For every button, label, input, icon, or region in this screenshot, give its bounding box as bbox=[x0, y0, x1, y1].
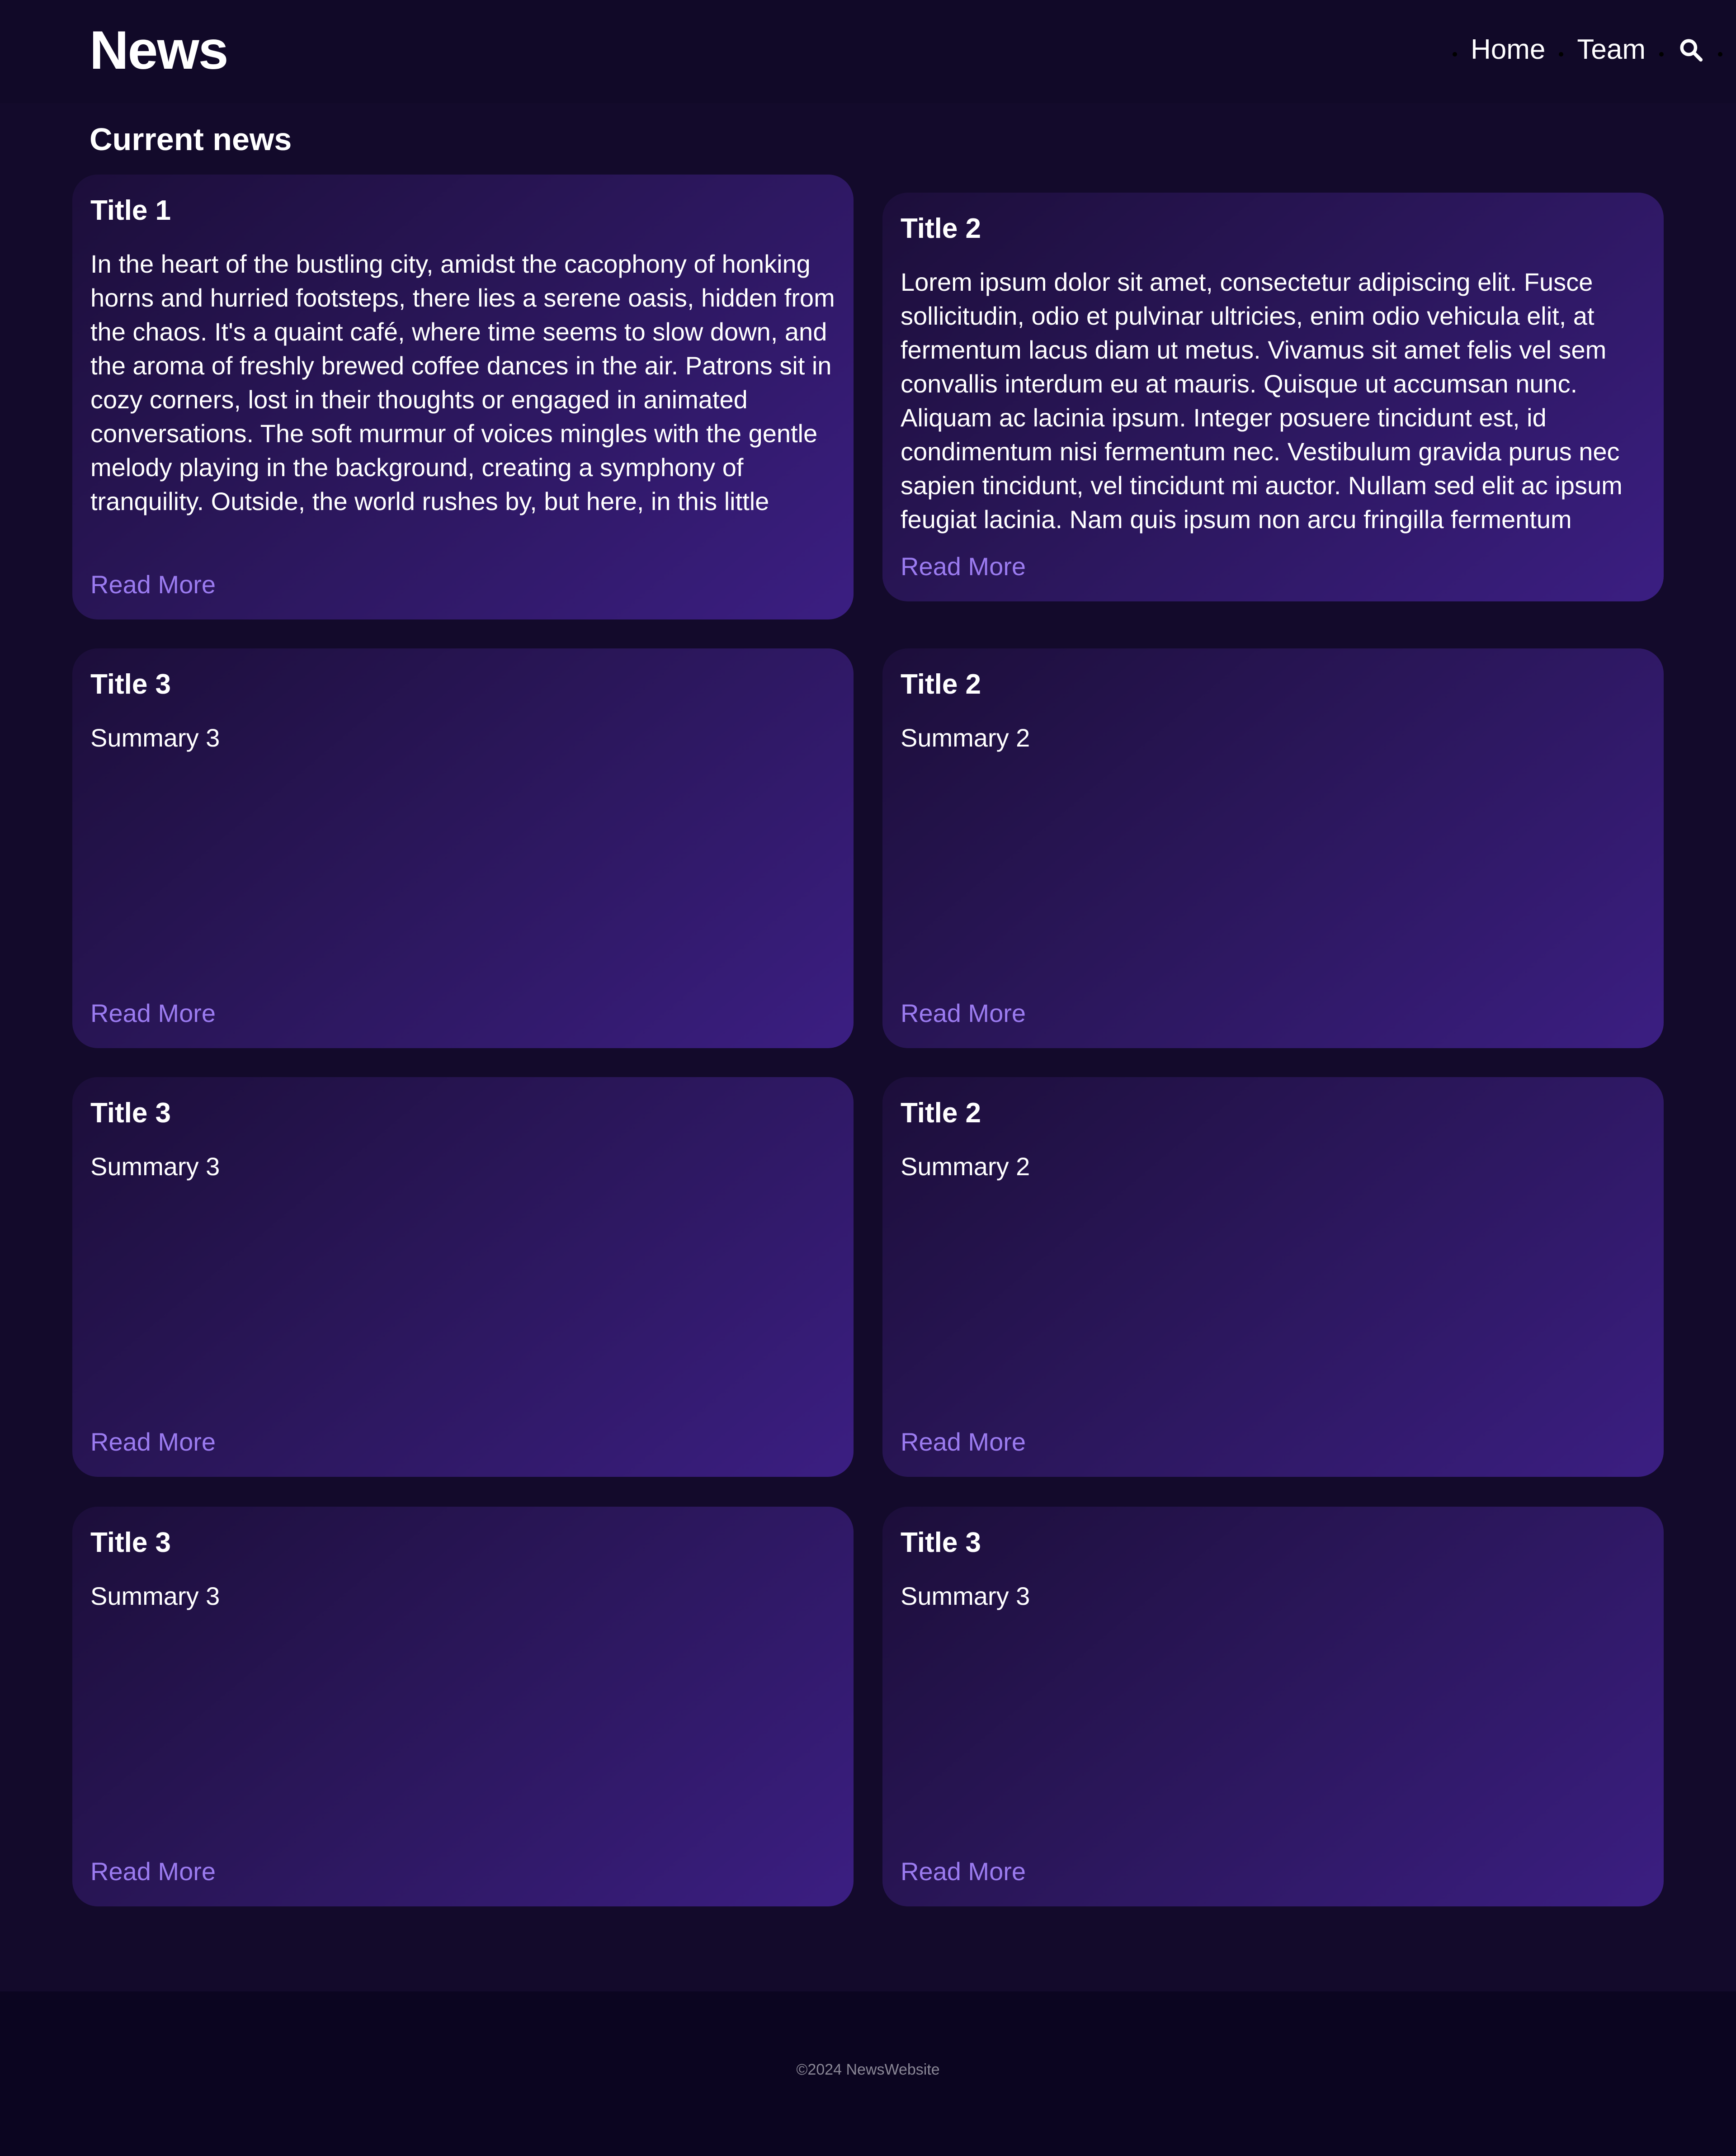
read-more-link[interactable]: Read More bbox=[901, 996, 1026, 1030]
news-card-summary: Summary 3 bbox=[90, 1152, 220, 1181]
site-logo[interactable]: News bbox=[90, 16, 228, 84]
news-card-summary: Lorem ipsum dolor sit amet, consectetur … bbox=[901, 268, 1623, 534]
nav-bullet bbox=[1659, 52, 1664, 57]
news-card-title: Title 3 bbox=[901, 1527, 981, 1558]
news-card-title: Title 2 bbox=[901, 1097, 981, 1129]
news-card-summary: Summary 3 bbox=[90, 723, 220, 752]
read-more-link[interactable]: Read More bbox=[90, 1425, 216, 1459]
read-more-link[interactable]: Read More bbox=[901, 1425, 1026, 1459]
news-card: Title 2 Summary 2 Read More bbox=[882, 1077, 1664, 1477]
read-more-link[interactable]: Read More bbox=[90, 567, 216, 601]
site-header: News Home Team bbox=[0, 0, 1736, 103]
news-card-title: Title 3 bbox=[90, 669, 171, 700]
news-card-summary: In the heart of the bustling city, amids… bbox=[90, 250, 835, 515]
news-card: Title 2 Lorem ipsum dolor sit amet, cons… bbox=[882, 193, 1664, 601]
nav-bullet bbox=[1559, 52, 1564, 57]
search-icon bbox=[1680, 39, 1703, 62]
news-card-summary: Summary 2 bbox=[901, 1152, 1030, 1181]
news-card-title: Title 3 bbox=[90, 1527, 171, 1558]
read-more-link[interactable]: Read More bbox=[90, 1854, 216, 1888]
news-card-summary: Summary 3 bbox=[901, 1582, 1030, 1610]
main-nav: Home Team bbox=[1453, 27, 1736, 72]
read-more-link[interactable]: Read More bbox=[90, 996, 216, 1030]
nav-bullet bbox=[1453, 52, 1457, 57]
news-card-title: Title 2 bbox=[901, 213, 981, 244]
section-title: Current news bbox=[90, 122, 292, 157]
nav-bullet bbox=[1718, 52, 1722, 57]
news-card: Title 3 Summary 3 Read More bbox=[882, 1507, 1664, 1906]
news-card-summary: Summary 2 bbox=[901, 723, 1030, 752]
news-card-summary: Summary 3 bbox=[90, 1582, 220, 1610]
news-card-title: Title 1 bbox=[90, 195, 171, 226]
news-card: Title 2 Summary 2 Read More bbox=[882, 648, 1664, 1048]
news-card-title: Title 2 bbox=[901, 669, 981, 700]
news-card: Title 3 Summary 3 Read More bbox=[72, 1077, 854, 1477]
news-card: Title 1 In the heart of the bustling cit… bbox=[72, 175, 854, 619]
copyright-text: ©2024 NewsWebsite bbox=[796, 2061, 940, 2078]
news-card: Title 3 Summary 3 Read More bbox=[72, 648, 854, 1048]
read-more-link[interactable]: Read More bbox=[901, 549, 1026, 583]
search-button[interactable] bbox=[1677, 36, 1704, 63]
nav-team-link[interactable]: Team bbox=[1577, 27, 1646, 72]
news-card-title: Title 3 bbox=[90, 1097, 171, 1129]
news-card: Title 3 Summary 3 Read More bbox=[72, 1507, 854, 1906]
nav-home-link[interactable]: Home bbox=[1471, 27, 1545, 72]
site-footer: ©2024 NewsWebsite bbox=[0, 1991, 1736, 2156]
read-more-link[interactable]: Read More bbox=[901, 1854, 1026, 1888]
